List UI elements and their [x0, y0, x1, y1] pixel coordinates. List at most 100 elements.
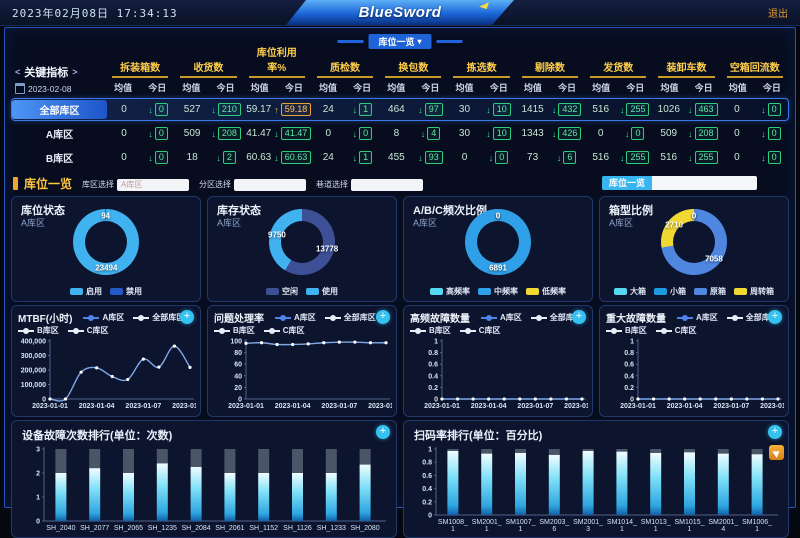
- svg-text:2023-01-10: 2023-01-10: [368, 403, 392, 410]
- add-icon[interactable]: +: [180, 310, 194, 324]
- chart-title: MTBF(小时): [18, 310, 72, 325]
- slice-value: 13778: [316, 244, 338, 253]
- table-row[interactable]: A库区0↓0509↓20841.47↓41.470↓08↓430↓101343↓…: [11, 122, 789, 145]
- legend-item[interactable]: C库区: [460, 325, 501, 336]
- view-dropdown[interactable]: 库位一览 ▾: [337, 34, 462, 49]
- trend-up-icon: ↑: [274, 105, 279, 115]
- legend-item[interactable]: 禁用: [110, 286, 142, 297]
- today-cell: ↓0: [141, 127, 175, 140]
- svg-text:300,000: 300,000: [21, 353, 46, 360]
- legend-item[interactable]: 周转箱: [734, 286, 774, 297]
- metric-cell: 464↓97: [379, 103, 447, 116]
- chart-title: 问题处理率: [214, 310, 264, 325]
- svg-text:2023-01-01: 2023-01-01: [228, 403, 264, 410]
- legend-swatch-icon: [430, 288, 443, 295]
- legend-item[interactable]: 空闲: [266, 286, 298, 297]
- donut-panel: A/B/C频次比例A库区068910高频率中频率低频率: [403, 196, 593, 302]
- today-cell: ↓4: [413, 127, 447, 140]
- add-icon[interactable]: +: [768, 310, 782, 324]
- legend-marker-icon: [83, 314, 99, 321]
- legend-item[interactable]: B库区: [18, 325, 59, 336]
- legend-swatch-icon: [526, 288, 539, 295]
- legend-item[interactable]: A库区: [275, 312, 316, 323]
- legend-marker-icon: [18, 327, 34, 334]
- legend-item[interactable]: B库区: [410, 325, 451, 336]
- table-row[interactable]: 全部库区0↓0527↓21059.17↑59.1824↓1464↓9730↓10…: [11, 98, 789, 121]
- mean-value: 455: [379, 152, 413, 163]
- svg-text:SM1008_1: SM1008_1: [438, 519, 468, 533]
- metrics-table: < 关键指标 > 2023-02-08 拆装箱数均值今日收货数均值今日库位利用率…: [11, 44, 789, 169]
- today-value: 432: [558, 103, 581, 116]
- row-label[interactable]: 全部库区: [12, 100, 107, 119]
- legend-item[interactable]: 高频率: [430, 286, 470, 297]
- legend-item[interactable]: A库区: [481, 312, 522, 323]
- legend-item[interactable]: B库区: [606, 325, 647, 336]
- add-icon[interactable]: +: [572, 310, 586, 324]
- filter-input[interactable]: [234, 179, 306, 191]
- legend-item[interactable]: 大箱: [614, 286, 646, 297]
- legend-item[interactable]: A库区: [677, 312, 718, 323]
- view-switch-option[interactable]: [687, 176, 722, 190]
- svg-text:SH_1126: SH_1126: [283, 525, 312, 532]
- today-value: 463: [695, 103, 718, 116]
- metrics-date-picker[interactable]: 2023-02-08: [15, 83, 106, 94]
- row-label[interactable]: A库区: [12, 124, 107, 143]
- top-bar: 2023年02月08日 17:34:13 BlueSword 退出: [0, 0, 800, 26]
- svg-text:SH_2065: SH_2065: [114, 525, 143, 532]
- view-switch-options: [652, 176, 757, 190]
- subcol-label: 均值: [584, 81, 618, 94]
- trend-down-icon: ↓: [418, 153, 423, 163]
- legend-item[interactable]: 启用: [70, 286, 102, 297]
- section-title: 库位一览: [24, 175, 72, 192]
- today-cell: ↓0: [345, 127, 379, 140]
- metric-col-title: 换包数: [385, 59, 441, 78]
- prev-arrow[interactable]: <: [15, 67, 20, 77]
- slice-value: 0: [496, 212, 500, 221]
- svg-text:20: 20: [234, 385, 242, 392]
- filter-input[interactable]: [117, 179, 189, 191]
- add-icon[interactable]: +: [768, 425, 782, 439]
- logout-link[interactable]: 退出: [768, 5, 788, 20]
- filter-input[interactable]: [351, 179, 423, 191]
- view-switch-option[interactable]: [652, 176, 687, 190]
- today-value: 6: [563, 151, 576, 164]
- floating-widget[interactable]: [769, 445, 784, 460]
- svg-text:2023-01-04: 2023-01-04: [275, 403, 311, 410]
- svg-text:2023-01-01: 2023-01-01: [424, 403, 460, 410]
- add-icon[interactable]: +: [376, 425, 390, 439]
- legend-item[interactable]: A库区: [83, 312, 124, 323]
- svg-text:SM1014_1: SM1014_1: [607, 519, 637, 533]
- legend-item[interactable]: 使用: [306, 286, 338, 297]
- legend-item[interactable]: 小箱: [654, 286, 686, 297]
- view-switch-active[interactable]: 库位一览: [602, 176, 652, 190]
- add-icon[interactable]: +: [376, 310, 390, 324]
- legend-item[interactable]: C库区: [264, 325, 305, 336]
- today-cell: ↓60.63: [274, 151, 311, 164]
- svg-text:0.8: 0.8: [428, 350, 438, 357]
- legend-item[interactable]: 全部库区: [133, 312, 184, 323]
- view-switch-option[interactable]: [722, 176, 757, 190]
- legend-item[interactable]: 原箱: [694, 286, 726, 297]
- legend-item[interactable]: 中频率: [478, 286, 518, 297]
- row-label[interactable]: B库区: [12, 148, 107, 167]
- legend-item[interactable]: B库区: [214, 325, 255, 336]
- today-cell: ↓0: [482, 151, 516, 164]
- table-row[interactable]: B库区0↓018↓260.63↓60.6324↓1455↓930↓073↓651…: [11, 146, 789, 169]
- subcol-label: 今日: [755, 81, 789, 94]
- dropdown-dash-right: [437, 40, 463, 43]
- today-value: 210: [218, 103, 241, 116]
- legend-swatch-icon: [110, 288, 123, 295]
- cursor-icon: [772, 448, 782, 458]
- svg-text:1: 1: [630, 339, 634, 346]
- legend-item[interactable]: C库区: [656, 325, 697, 336]
- next-arrow[interactable]: >: [72, 67, 77, 77]
- mean-value: 509: [175, 128, 209, 139]
- svg-text:0: 0: [36, 519, 40, 526]
- legend-swatch-icon: [478, 288, 491, 295]
- legend-swatch-icon: [306, 288, 319, 295]
- metric-col-head: 发货数均值今日: [584, 59, 652, 94]
- trend-down-icon: ↓: [552, 129, 557, 139]
- legend-item[interactable]: C库区: [68, 325, 109, 336]
- legend-item[interactable]: 全部库区: [325, 312, 376, 323]
- legend-item[interactable]: 低频率: [526, 286, 566, 297]
